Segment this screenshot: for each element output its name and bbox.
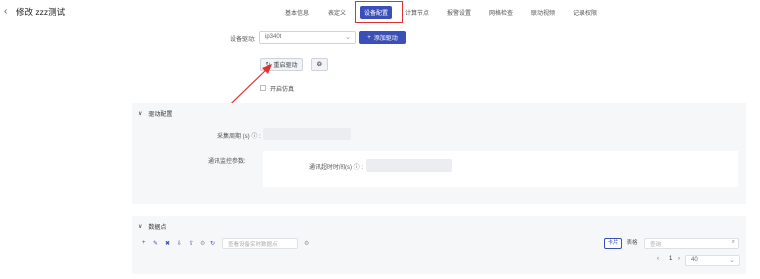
view-table-button[interactable]: 表格 bbox=[623, 238, 641, 249]
import-icon[interactable]: ⇩ bbox=[177, 240, 182, 247]
search-icon[interactable]: ⌕ bbox=[732, 239, 735, 246]
chevron-down-icon: ∨ bbox=[138, 224, 143, 230]
edit-icon[interactable]: ✎ bbox=[153, 240, 158, 247]
collect-period-label: 采集周期 (s) ⓘ : bbox=[217, 134, 261, 140]
page-size-value: 40 bbox=[691, 257, 698, 263]
refresh-icon[interactable]: ↻ bbox=[210, 240, 215, 247]
add-icon[interactable]: + bbox=[142, 240, 146, 246]
datapoints-title: 数据点 bbox=[148, 225, 167, 231]
datapoints-header[interactable]: ∨ 数据点 bbox=[138, 222, 166, 231]
help-icon: ⓘ : bbox=[249, 134, 261, 140]
next-page-icon[interactable]: › bbox=[678, 256, 680, 262]
driver-config-header[interactable]: ∨ 驱动配置 bbox=[138, 109, 172, 118]
current-page[interactable]: 1 bbox=[669, 256, 672, 262]
driver-config-title: 驱动配置 bbox=[148, 112, 173, 118]
help-icon: ⓘ : bbox=[352, 165, 364, 171]
timeout-input[interactable] bbox=[366, 159, 452, 172]
datapoint-search-input[interactable]: 查询 ⌕ bbox=[644, 238, 739, 249]
timeout-label: 通讯超时时间(s) ⓘ : bbox=[309, 165, 364, 171]
filter-icon[interactable]: ⚙ bbox=[304, 240, 309, 247]
view-card-button[interactable]: 卡片 bbox=[604, 238, 622, 249]
monitor-params-box: 通讯超时时间(s) ⓘ : bbox=[263, 151, 738, 187]
monitor-params-label: 通讯监控参数: bbox=[208, 159, 246, 165]
search-placeholder: 查询 bbox=[650, 242, 662, 248]
delete-icon[interactable]: ✖ bbox=[165, 240, 170, 247]
export-icon[interactable]: ⇧ bbox=[189, 240, 194, 247]
datapoint-filter-select[interactable]: 查看设备实时数据点 bbox=[222, 238, 298, 249]
page-size-select[interactable]: 40 ⌄ bbox=[685, 255, 740, 266]
chevron-down-icon: ∨ bbox=[138, 111, 143, 117]
prev-page-icon[interactable]: ‹ bbox=[657, 256, 659, 262]
driver-config-panel: ∨ 驱动配置 采集周期 (s) ⓘ : 通讯监控参数: 通讯超时时间(s) ⓘ … bbox=[132, 103, 746, 204]
collect-period-input[interactable] bbox=[263, 128, 351, 140]
settings-icon[interactable]: ⚙ bbox=[200, 240, 205, 247]
chevron-down-icon: ⌄ bbox=[729, 257, 735, 264]
datapoint-filter-placeholder: 查看设备实时数据点 bbox=[228, 242, 278, 248]
